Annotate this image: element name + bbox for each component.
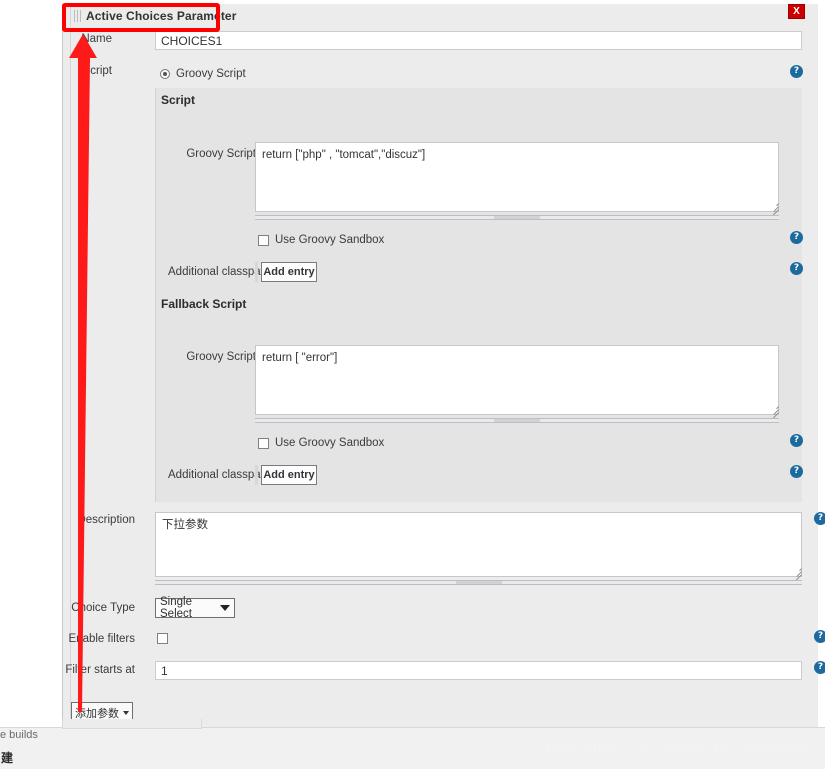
help-icon-sandbox[interactable]: ? xyxy=(790,231,803,244)
help-icon-fallback-classpath[interactable]: ? xyxy=(790,465,803,478)
fallback-groovy-script-textarea[interactable]: return [ "error"] xyxy=(255,345,779,415)
classpath-bar xyxy=(255,262,258,282)
groovy-script-label: Groovy Script xyxy=(186,148,256,160)
fallback-add-entry-button[interactable]: Add entry xyxy=(261,465,317,485)
use-groovy-sandbox-checkbox[interactable] xyxy=(258,235,269,246)
choice-type-value: Single Select xyxy=(160,596,192,620)
help-icon-fallback-sandbox[interactable]: ? xyxy=(790,434,803,447)
footer-builds-text: e builds xyxy=(0,729,38,741)
additional-classpath-label: Additional classpath xyxy=(168,266,271,278)
fallback-use-groovy-sandbox-label: Use Groovy Sandbox xyxy=(275,437,385,449)
screenshot-root: Active Choices Parameter X Name Script G… xyxy=(0,0,825,769)
help-icon-description[interactable]: ? xyxy=(814,512,825,525)
fallback-script-heading: Fallback Script xyxy=(161,297,247,311)
fallback-classpath-bar xyxy=(255,465,258,485)
footer-secondary-text: 建 xyxy=(1,751,14,765)
filter-starts-at-label: Filter starts at xyxy=(65,664,135,676)
fallback-additional-classpath-label: Additional classpath xyxy=(168,469,271,481)
description-splitter-knob-icon xyxy=(455,581,502,584)
help-icon-filter-starts-at[interactable]: ? xyxy=(814,661,825,674)
use-groovy-sandbox-label: Use Groovy Sandbox xyxy=(275,234,385,246)
script-splitter[interactable] xyxy=(255,215,779,220)
groovy-script-radio-label: Groovy Script xyxy=(176,68,246,80)
name-label: Name xyxy=(81,33,112,45)
fallback-groovy-script-label: Groovy Script xyxy=(186,351,256,363)
caret-down-icon xyxy=(123,710,129,715)
script-heading: Script xyxy=(161,93,196,107)
fallback-script-splitter[interactable] xyxy=(255,418,779,423)
script-label: Script xyxy=(82,65,112,77)
help-icon-script[interactable]: ? xyxy=(790,65,803,78)
watermark: https://blog.csdn.net/weixin_52492280 xyxy=(546,741,809,758)
fallback-splitter-knob-icon xyxy=(494,419,540,422)
panel-bottom-stub xyxy=(62,719,202,729)
help-icon-enable-filters[interactable]: ? xyxy=(814,630,825,643)
groovy-script-textarea[interactable]: return ["php" , "tomcat","discuz"] xyxy=(255,142,779,212)
fallback-use-groovy-sandbox-checkbox[interactable] xyxy=(258,438,269,449)
annotation-highlight-box xyxy=(62,3,220,32)
description-splitter[interactable] xyxy=(155,580,802,585)
description-textarea[interactable]: 下拉参数 xyxy=(155,512,802,577)
help-icon-classpath[interactable]: ? xyxy=(790,262,803,275)
enable-filters-label: Enable filters xyxy=(68,633,135,645)
filter-starts-at-input[interactable] xyxy=(155,661,802,680)
groovy-script-radio[interactable]: Groovy Script xyxy=(160,68,246,80)
chevron-down-icon xyxy=(220,605,230,611)
splitter-knob-icon xyxy=(494,216,540,219)
choice-type-select[interactable]: Single Select xyxy=(155,596,235,620)
enable-filters-checkbox[interactable] xyxy=(157,633,168,644)
name-input[interactable] xyxy=(155,31,802,50)
choice-type-label: Choice Type xyxy=(71,602,135,614)
close-icon[interactable]: X xyxy=(788,4,805,19)
radio-selected-icon xyxy=(160,69,170,79)
description-label: Description xyxy=(77,514,135,526)
add-entry-button[interactable]: Add entry xyxy=(261,262,317,282)
